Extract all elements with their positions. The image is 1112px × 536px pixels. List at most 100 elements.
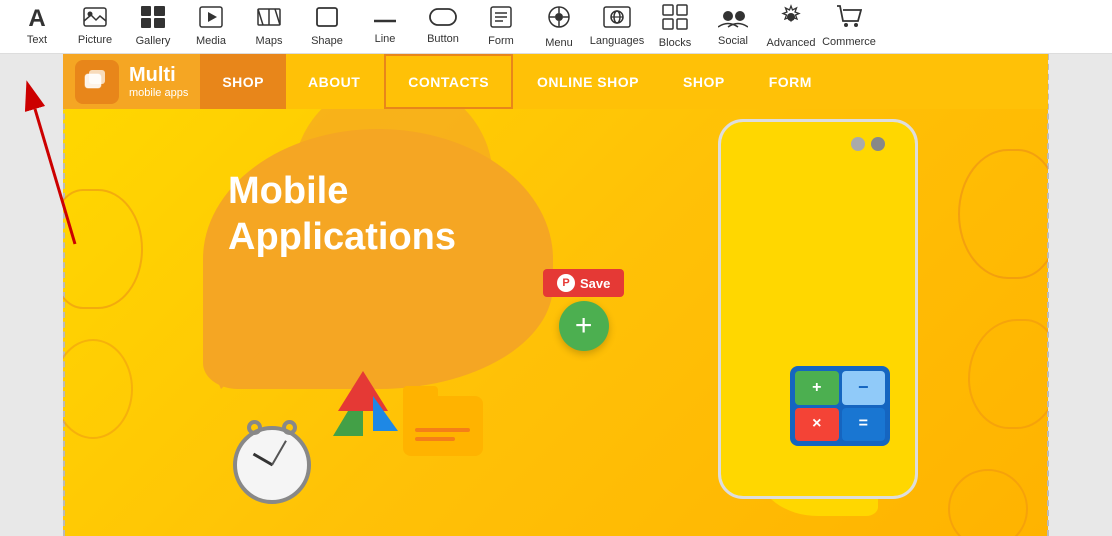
tool-commerce-label: Commerce — [822, 36, 876, 48]
folder-icon — [403, 396, 483, 456]
tool-languages-label: Languages — [590, 35, 644, 47]
deco-right-2 — [968, 319, 1048, 429]
languages-icon — [603, 6, 631, 32]
clock-hour-hand — [252, 453, 273, 467]
menu-icon — [546, 4, 572, 34]
clock-bell-left — [247, 420, 262, 435]
tool-advanced[interactable]: Advanced — [762, 0, 820, 54]
map-blue — [373, 396, 398, 431]
tool-media[interactable]: Media — [182, 0, 240, 54]
line-icon — [373, 8, 397, 30]
clock-face — [233, 426, 311, 504]
tool-advanced-label: Advanced — [767, 37, 816, 49]
advanced-icon — [778, 4, 804, 34]
commerce-icon — [836, 5, 862, 33]
tool-menu[interactable]: Menu — [530, 0, 588, 54]
tool-shape-label: Shape — [311, 35, 343, 47]
phone-dots — [851, 137, 885, 151]
save-label: Save — [580, 276, 610, 291]
logo-area: Multi mobile apps — [63, 54, 200, 109]
tool-text-label: Text — [27, 34, 47, 46]
nav-about[interactable]: ABOUT — [286, 54, 382, 109]
phone-mockup: + − × = — [718, 119, 918, 499]
tool-media-label: Media — [196, 35, 226, 47]
logo-text: Multi mobile apps — [129, 64, 188, 99]
logo-multi: Multi — [129, 64, 188, 87]
phone-inner: + − × = — [721, 122, 915, 496]
tool-gallery-label: Gallery — [136, 35, 171, 47]
maps-icon — [257, 6, 281, 32]
deco-right-1 — [958, 149, 1048, 279]
right-panel — [1048, 54, 1112, 536]
add-button[interactable]: + — [559, 301, 609, 351]
nav-contacts[interactable]: CONTACTS — [384, 54, 513, 109]
left-panel — [0, 54, 63, 536]
blocks-icon — [662, 4, 688, 34]
guide-line-right — [1047, 54, 1049, 536]
deco-right-3 — [948, 469, 1028, 536]
tool-form[interactable]: Form — [472, 0, 530, 54]
calc-times: × — [795, 408, 839, 442]
tool-shape[interactable]: Shape — [298, 0, 356, 54]
tool-social-label: Social — [718, 35, 748, 47]
calc-plus: + — [795, 371, 839, 405]
deco-left-2 — [63, 339, 133, 439]
tool-gallery[interactable]: Gallery — [124, 0, 182, 54]
nav-bar: Multi mobile apps SHOP ABOUT CONTACTS ON… — [63, 54, 1048, 109]
tool-languages[interactable]: Languages — [588, 0, 646, 54]
deco-left-1 — [63, 189, 143, 309]
social-icon — [718, 6, 748, 32]
tool-line[interactable]: Line — [356, 0, 414, 54]
text-icon: A — [28, 7, 45, 31]
tool-blocks-label: Blocks — [659, 37, 691, 49]
phone-dot-2 — [871, 137, 885, 151]
pinterest-icon: P — [557, 274, 575, 292]
clock-bell-right — [282, 420, 297, 435]
canvas-area: Multi mobile apps SHOP ABOUT CONTACTS ON… — [0, 54, 1112, 536]
folder-line-1 — [415, 428, 470, 432]
hero-text: Mobile Applications — [228, 169, 456, 260]
media-icon — [199, 6, 223, 32]
map-icon — [323, 371, 403, 441]
tool-maps-label: Maps — [256, 35, 283, 47]
tool-button[interactable]: Button — [414, 0, 472, 54]
toolbar: A Text Picture Gallery Media Maps Shape — [0, 0, 1112, 54]
tool-social[interactable]: Social — [704, 0, 762, 54]
tool-blocks[interactable]: Blocks — [646, 0, 704, 54]
save-plus-area: P Save + — [543, 269, 624, 351]
nav-form[interactable]: FORM — [747, 54, 834, 109]
calc-equals: = — [842, 408, 886, 442]
nav-shop[interactable]: SHOP — [661, 54, 747, 109]
hero-title: Mobile Applications — [228, 169, 456, 260]
nav-links: SHOP ABOUT CONTACTS ONLINE SHOP SHOP FOR… — [200, 54, 834, 109]
tool-commerce[interactable]: Commerce — [820, 0, 878, 54]
logo-subtitle: mobile apps — [129, 87, 188, 99]
tool-line-label: Line — [375, 33, 396, 45]
picture-icon — [83, 7, 107, 31]
gallery-icon — [141, 6, 165, 32]
form-icon — [490, 6, 512, 32]
folder-line-2 — [415, 437, 455, 441]
tool-picture-label: Picture — [78, 34, 112, 46]
tool-maps[interactable]: Maps — [240, 0, 298, 54]
tool-form-label: Form — [488, 35, 514, 47]
tool-button-label: Button — [427, 33, 459, 45]
calc-minus: − — [842, 371, 886, 405]
clock-icon — [233, 426, 313, 506]
nav-online-shop[interactable]: ONLINE SHOP — [515, 54, 661, 109]
tool-menu-label: Menu — [545, 37, 573, 49]
calculator-widget: + − × = — [790, 366, 890, 446]
folder-body — [403, 396, 483, 456]
tool-picture[interactable]: Picture — [66, 0, 124, 54]
shape-icon — [315, 6, 339, 32]
save-button[interactable]: P Save — [543, 269, 624, 297]
phone-dot-1 — [851, 137, 865, 151]
folder-lines — [415, 428, 470, 441]
clock-minute-hand — [271, 440, 287, 465]
tool-text[interactable]: A Text — [8, 0, 66, 54]
website-preview: Multi mobile apps SHOP ABOUT CONTACTS ON… — [63, 54, 1048, 536]
nav-shop-active[interactable]: SHOP — [200, 54, 286, 109]
hero-section: Mobile Applications — [63, 109, 1048, 536]
logo-icon — [75, 60, 119, 104]
button-icon — [429, 8, 457, 30]
